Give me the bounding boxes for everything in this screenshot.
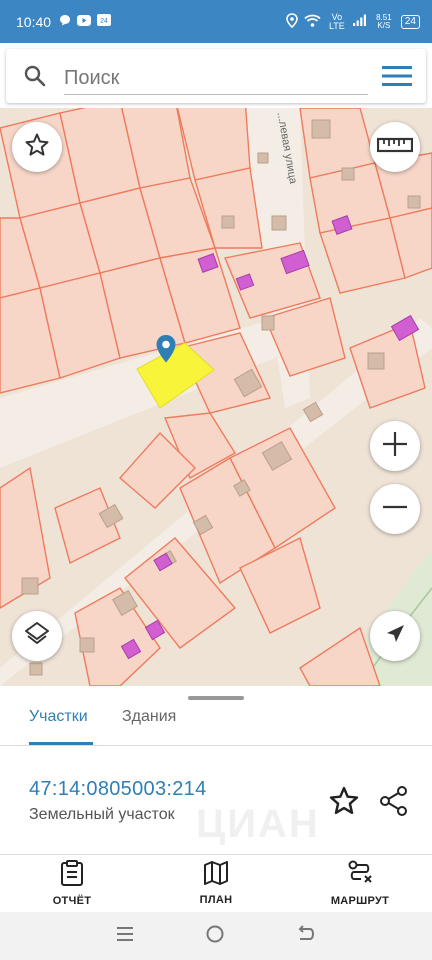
sheet-drag-handle[interactable] xyxy=(188,696,244,700)
battery-indicator: 24 xyxy=(400,14,420,29)
plot-type: Земельный участок xyxy=(29,806,175,823)
recents-icon[interactable] xyxy=(116,925,134,948)
nav-plan[interactable]: ПЛАН xyxy=(144,855,288,912)
system-nav-bar xyxy=(0,912,432,960)
map-icon xyxy=(203,861,229,890)
report-clipboard-icon xyxy=(60,860,84,891)
star-icon xyxy=(24,132,50,163)
status-bar: 10:40 24 Vo LTE 8.51 K/S 24 xyxy=(0,0,432,43)
map-view[interactable]: ...левая улица xyxy=(0,108,432,686)
route-icon xyxy=(347,860,373,891)
locate-button[interactable] xyxy=(370,611,420,661)
signal-icon xyxy=(352,14,367,29)
youtube-icon xyxy=(77,14,92,29)
layers-button[interactable] xyxy=(12,611,62,661)
sheet-tabs: Участки Здания xyxy=(0,702,432,746)
message-icon xyxy=(59,14,71,29)
ruler-icon xyxy=(376,136,414,159)
tab-plots[interactable]: Участки xyxy=(29,708,88,746)
active-tab-indicator xyxy=(29,742,93,745)
layers-icon xyxy=(23,620,51,653)
nav-report-label: ОТЧЁТ xyxy=(52,895,92,907)
home-icon[interactable] xyxy=(205,924,225,949)
navigation-arrow-icon xyxy=(384,623,406,650)
zoom-in-button[interactable] xyxy=(370,421,420,471)
watermark: ЦИАН xyxy=(196,802,320,846)
nav-plan-label: ПЛАН xyxy=(199,894,233,906)
svg-text:24: 24 xyxy=(100,18,108,25)
speed-label: 8.51 K/S xyxy=(376,12,392,30)
nav-report[interactable]: ОТЧЁТ xyxy=(0,855,144,912)
ruler-button[interactable] xyxy=(370,122,420,172)
search-input[interactable] xyxy=(64,63,368,95)
share-icon xyxy=(378,786,410,821)
plus-icon xyxy=(381,430,409,463)
location-icon xyxy=(286,12,298,31)
search-icon[interactable] xyxy=(6,64,64,88)
minus-icon xyxy=(381,493,409,526)
wifi-icon xyxy=(304,14,321,30)
network-type-label: Vo LTE xyxy=(328,11,345,31)
tab-buildings[interactable]: Здания xyxy=(122,708,176,746)
share-button[interactable] xyxy=(378,785,410,822)
hamburger-menu-icon[interactable] xyxy=(368,65,426,87)
zoom-out-button[interactable] xyxy=(370,484,420,534)
favorite-plot-button[interactable] xyxy=(328,785,360,822)
location-marker-icon[interactable] xyxy=(155,334,177,364)
nav-route[interactable]: МАРШРУТ xyxy=(288,855,432,912)
favorite-button[interactable] xyxy=(12,122,62,172)
bottom-nav: ОТЧЁТ ПЛАН МАРШРУТ xyxy=(0,854,432,912)
status-time: 10:40 xyxy=(16,13,52,30)
cadastral-number[interactable]: 47:14:0805003:214 xyxy=(29,778,207,801)
notification-icon: 24 xyxy=(97,14,112,29)
back-icon[interactable] xyxy=(296,924,316,948)
search-bar xyxy=(6,49,426,103)
nav-route-label: МАРШРУТ xyxy=(330,895,390,907)
star-icon xyxy=(328,786,360,821)
